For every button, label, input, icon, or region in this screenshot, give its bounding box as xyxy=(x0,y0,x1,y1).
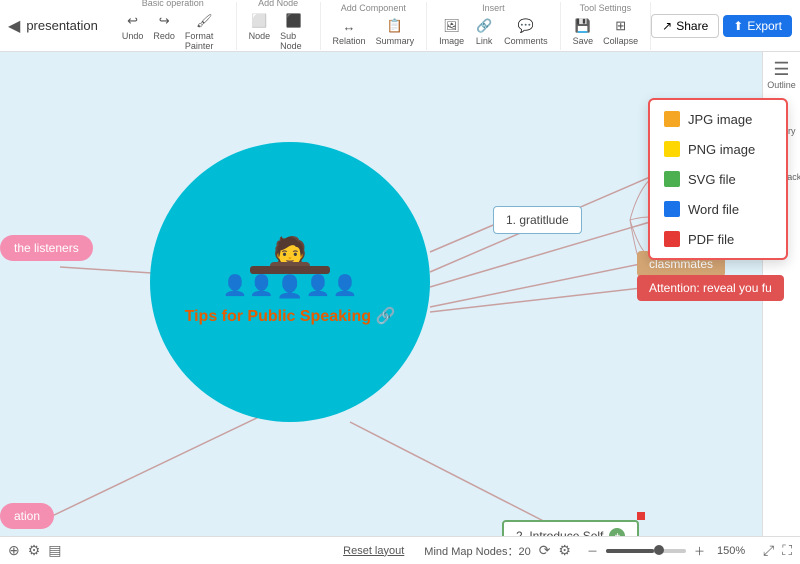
toolbar-group-basic: Basic operation ↩ Undo ↪ Redo 🖌 Format P… xyxy=(110,2,237,50)
export-jpg-item[interactable]: JPG image xyxy=(650,104,786,134)
save-button[interactable]: 💾 Save xyxy=(569,15,598,48)
group-label-add-component: Add Component xyxy=(341,3,406,13)
sub-node-button[interactable]: ⬛ Sub Node xyxy=(276,10,311,53)
export-svg-item[interactable]: SVG file xyxy=(650,164,786,194)
export-dropdown-menu: JPG image PNG image SVG file Word file P… xyxy=(648,98,788,260)
group-label-basic: Basic operation xyxy=(142,0,204,8)
word-icon xyxy=(664,201,680,217)
refresh-icon[interactable]: ⟳ xyxy=(539,542,551,559)
export-icon: ⬆ xyxy=(733,19,743,33)
back-navigation[interactable]: ◀ presentation xyxy=(8,16,98,36)
toolbar-group-insert: Insert 🖼 Image 🔗 Link 💬 Comments xyxy=(427,2,561,50)
link-icon: 🔗 xyxy=(474,17,494,35)
save-icon: 💾 xyxy=(573,17,593,35)
export-button[interactable]: ⬆ Export xyxy=(723,15,792,37)
zoom-slider-handle[interactable] xyxy=(654,545,664,555)
add-node-bottom-icon[interactable]: ⊕ xyxy=(8,542,20,559)
comments-button[interactable]: 💬 Comments xyxy=(500,15,552,48)
group-label-insert: Insert xyxy=(482,3,505,13)
sidebar-outline-button[interactable]: ☰ Outline xyxy=(767,60,796,90)
link-button[interactable]: 🔗 Link xyxy=(470,15,498,48)
collapse-icon: ⊞ xyxy=(611,17,631,35)
zoom-slider-fill xyxy=(606,549,654,553)
app-title: presentation xyxy=(26,18,98,33)
comments-icon: 💬 xyxy=(516,17,536,35)
central-mind-map-node[interactable]: 🧑 👤 👤 👤 👤 👤 Tips for Public Speaking 🔗 xyxy=(150,142,430,422)
zoom-percent-label: 150% xyxy=(717,545,755,557)
toolbar-group-add-node: Add Node ⬜ Node ⬛ Sub Node xyxy=(237,2,321,50)
redo-button[interactable]: ↪ Redo xyxy=(149,10,179,53)
central-node-label: Tips for Public Speaking 🔗 xyxy=(165,306,416,326)
fit-screen-icon[interactable]: ⤢ xyxy=(763,542,774,559)
main-toolbar: ◀ presentation Basic operation ↩ Undo ↪ … xyxy=(0,0,800,52)
summary-icon: 📋 xyxy=(385,17,405,35)
image-button[interactable]: 🖼 Image xyxy=(435,15,468,48)
mind-map-canvas[interactable]: 🧑 👤 👤 👤 👤 👤 Tips for Public Speaking 🔗 t… xyxy=(0,52,800,564)
node-gratitude[interactable]: 1. gratitlude xyxy=(493,206,582,234)
relation-button[interactable]: ↔ Relation xyxy=(329,15,370,48)
collapse-button[interactable]: ⊞ Collapse xyxy=(599,15,642,48)
fullscreen-icon[interactable]: ⛶ xyxy=(782,542,792,559)
node-attention[interactable]: Attention: reveal you fu xyxy=(637,275,784,301)
back-arrow-icon[interactable]: ◀ xyxy=(8,16,20,36)
share-icon: ↗ xyxy=(662,19,672,33)
image-icon: 🖼 xyxy=(442,17,462,35)
format-painter-icon: 🖌 xyxy=(194,12,214,30)
group-label-add-node: Add Node xyxy=(258,0,298,8)
central-node-illustration: 🧑 👤 👤 👤 👤 👤 xyxy=(222,238,357,298)
group-label-tool-settings: Tool Settings xyxy=(580,3,632,13)
jpg-icon xyxy=(664,111,680,127)
settings2-icon[interactable]: ⚙ xyxy=(558,542,571,559)
sub-node-icon: ⬛ xyxy=(284,12,304,30)
toolbar-group-add-component: Add Component ↔ Relation 📋 Summary xyxy=(321,2,428,50)
bottom-toolbar: ⊕ ⚙ ▤ Reset layout Mind Map Nodes：20 ⟳ ⚙… xyxy=(0,536,800,564)
export-png-item[interactable]: PNG image xyxy=(650,134,786,164)
node-ation[interactable]: ation xyxy=(0,503,54,529)
format-painter-button[interactable]: 🖌 Format Painter xyxy=(181,10,228,53)
reset-layout-button[interactable]: Reset layout xyxy=(343,545,404,557)
png-icon xyxy=(664,141,680,157)
toolbar-group-tool-settings: Tool Settings 💾 Save ⊞ Collapse xyxy=(561,2,652,50)
zoom-out-button[interactable]: － xyxy=(587,543,598,559)
undo-icon: ↩ xyxy=(123,12,143,30)
redo-icon: ↪ xyxy=(154,12,174,30)
node-greetings-listeners[interactable]: the listeners xyxy=(0,235,93,261)
zoom-in-button[interactable]: ＋ xyxy=(694,543,705,559)
share-button[interactable]: ↗ Share xyxy=(651,14,719,38)
export-word-item[interactable]: Word file xyxy=(650,194,786,224)
outline-icon: ☰ xyxy=(773,60,789,78)
relation-icon: ↔ xyxy=(339,17,359,35)
export-pdf-item[interactable]: PDF file xyxy=(650,224,786,254)
zoom-slider[interactable] xyxy=(606,549,686,553)
nodes-count-label: Mind Map Nodes：20 xyxy=(424,543,530,559)
undo-button[interactable]: ↩ Undo xyxy=(118,10,148,53)
red-dot-indicator xyxy=(637,512,645,520)
layers-bottom-icon[interactable]: ▤ xyxy=(48,542,61,559)
pdf-icon xyxy=(664,231,680,247)
summary-button[interactable]: 📋 Summary xyxy=(372,15,419,48)
settings-bottom-icon[interactable]: ⚙ xyxy=(28,542,41,559)
svg-icon xyxy=(664,171,680,187)
node-icon: ⬜ xyxy=(249,12,269,30)
node-button[interactable]: ⬜ Node xyxy=(245,10,275,53)
